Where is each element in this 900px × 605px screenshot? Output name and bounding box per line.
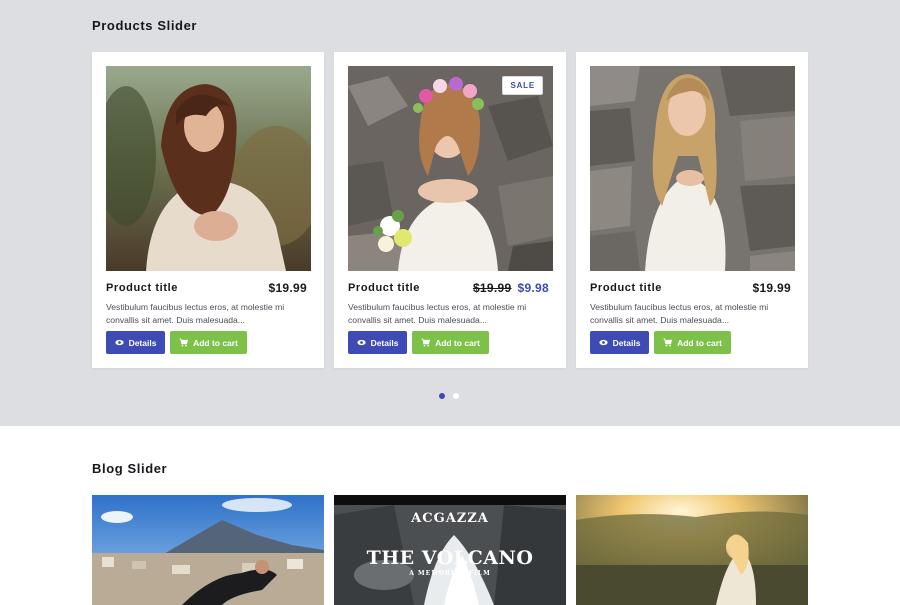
add-to-cart-label: Add to cart bbox=[677, 337, 722, 348]
products-slider-title: Products Slider bbox=[92, 18, 198, 33]
product-card: Product title $19.99 Vestibulum faucibus… bbox=[92, 52, 324, 368]
add-to-cart-button[interactable]: Add to cart bbox=[170, 331, 247, 354]
product-title[interactable]: Product title bbox=[106, 282, 178, 294]
product-description: Vestibulum faucibus lectus eros, at mole… bbox=[590, 302, 769, 325]
pagination-dot-2[interactable] bbox=[453, 393, 459, 399]
details-label: Details bbox=[370, 337, 399, 348]
eye-icon bbox=[598, 338, 608, 347]
price-current: $19.99 bbox=[268, 281, 307, 295]
price-old: $19.99 bbox=[472, 281, 512, 295]
product-image[interactable] bbox=[590, 66, 795, 271]
eye-icon bbox=[114, 338, 124, 347]
add-to-cart-label: Add to cart bbox=[435, 337, 480, 348]
add-to-cart-button[interactable]: Add to cart bbox=[654, 331, 731, 354]
poster-title: THE VOLCANO bbox=[366, 547, 534, 569]
product-price: $19.99 bbox=[268, 281, 307, 295]
slider-pagination bbox=[439, 393, 459, 399]
product-card: Product title $19.99 Vestibulum faucibus… bbox=[576, 52, 808, 368]
product-description: Vestibulum faucibus lectus eros, at mole… bbox=[348, 302, 527, 325]
details-button[interactable]: Details bbox=[348, 331, 407, 354]
blog-slider-title: Blog Slider bbox=[92, 461, 168, 476]
product-title[interactable]: Product title bbox=[348, 282, 420, 294]
product-card: SALE Product title $19.99 $9.98 Vestibulu… bbox=[334, 52, 566, 368]
sale-badge: SALE bbox=[502, 76, 543, 95]
add-to-cart-label: Add to cart bbox=[193, 337, 238, 348]
poster-subtitle: A MEMORIAL FILM bbox=[409, 570, 491, 577]
eye-icon bbox=[356, 338, 366, 347]
details-label: Details bbox=[128, 337, 157, 348]
pagination-dot-1[interactable] bbox=[439, 393, 445, 399]
products-slider-section: Products Slider Product title $19.99 Ves… bbox=[0, 0, 900, 426]
price-current: $19.99 bbox=[752, 281, 791, 295]
add-to-cart-button[interactable]: Add to cart bbox=[412, 331, 489, 354]
product-description: Vestibulum faucibus lectus eros, at mole… bbox=[106, 302, 285, 325]
blog-slider-section: Blog Slider ACGAZZA THE VOLCANO A MEMORI… bbox=[0, 426, 900, 605]
cart-icon bbox=[421, 338, 431, 347]
cart-icon bbox=[179, 338, 189, 347]
product-image[interactable]: SALE bbox=[348, 66, 553, 271]
details-label: Details bbox=[612, 337, 641, 348]
price-sale: $9.98 bbox=[517, 281, 549, 295]
blog-post-image[interactable] bbox=[576, 495, 808, 605]
blog-post-image[interactable] bbox=[92, 495, 324, 605]
product-price: $19.99 bbox=[752, 281, 791, 295]
product-price: $19.99 $9.98 bbox=[473, 281, 549, 295]
blog-post-image[interactable]: ACGAZZA THE VOLCANO A MEMORIAL FILM bbox=[334, 495, 566, 605]
product-title[interactable]: Product title bbox=[590, 282, 662, 294]
details-button[interactable]: Details bbox=[590, 331, 649, 354]
cart-icon bbox=[663, 338, 673, 347]
details-button[interactable]: Details bbox=[106, 331, 165, 354]
product-image[interactable] bbox=[106, 66, 311, 271]
poster-brand: ACGAZZA bbox=[411, 511, 489, 526]
